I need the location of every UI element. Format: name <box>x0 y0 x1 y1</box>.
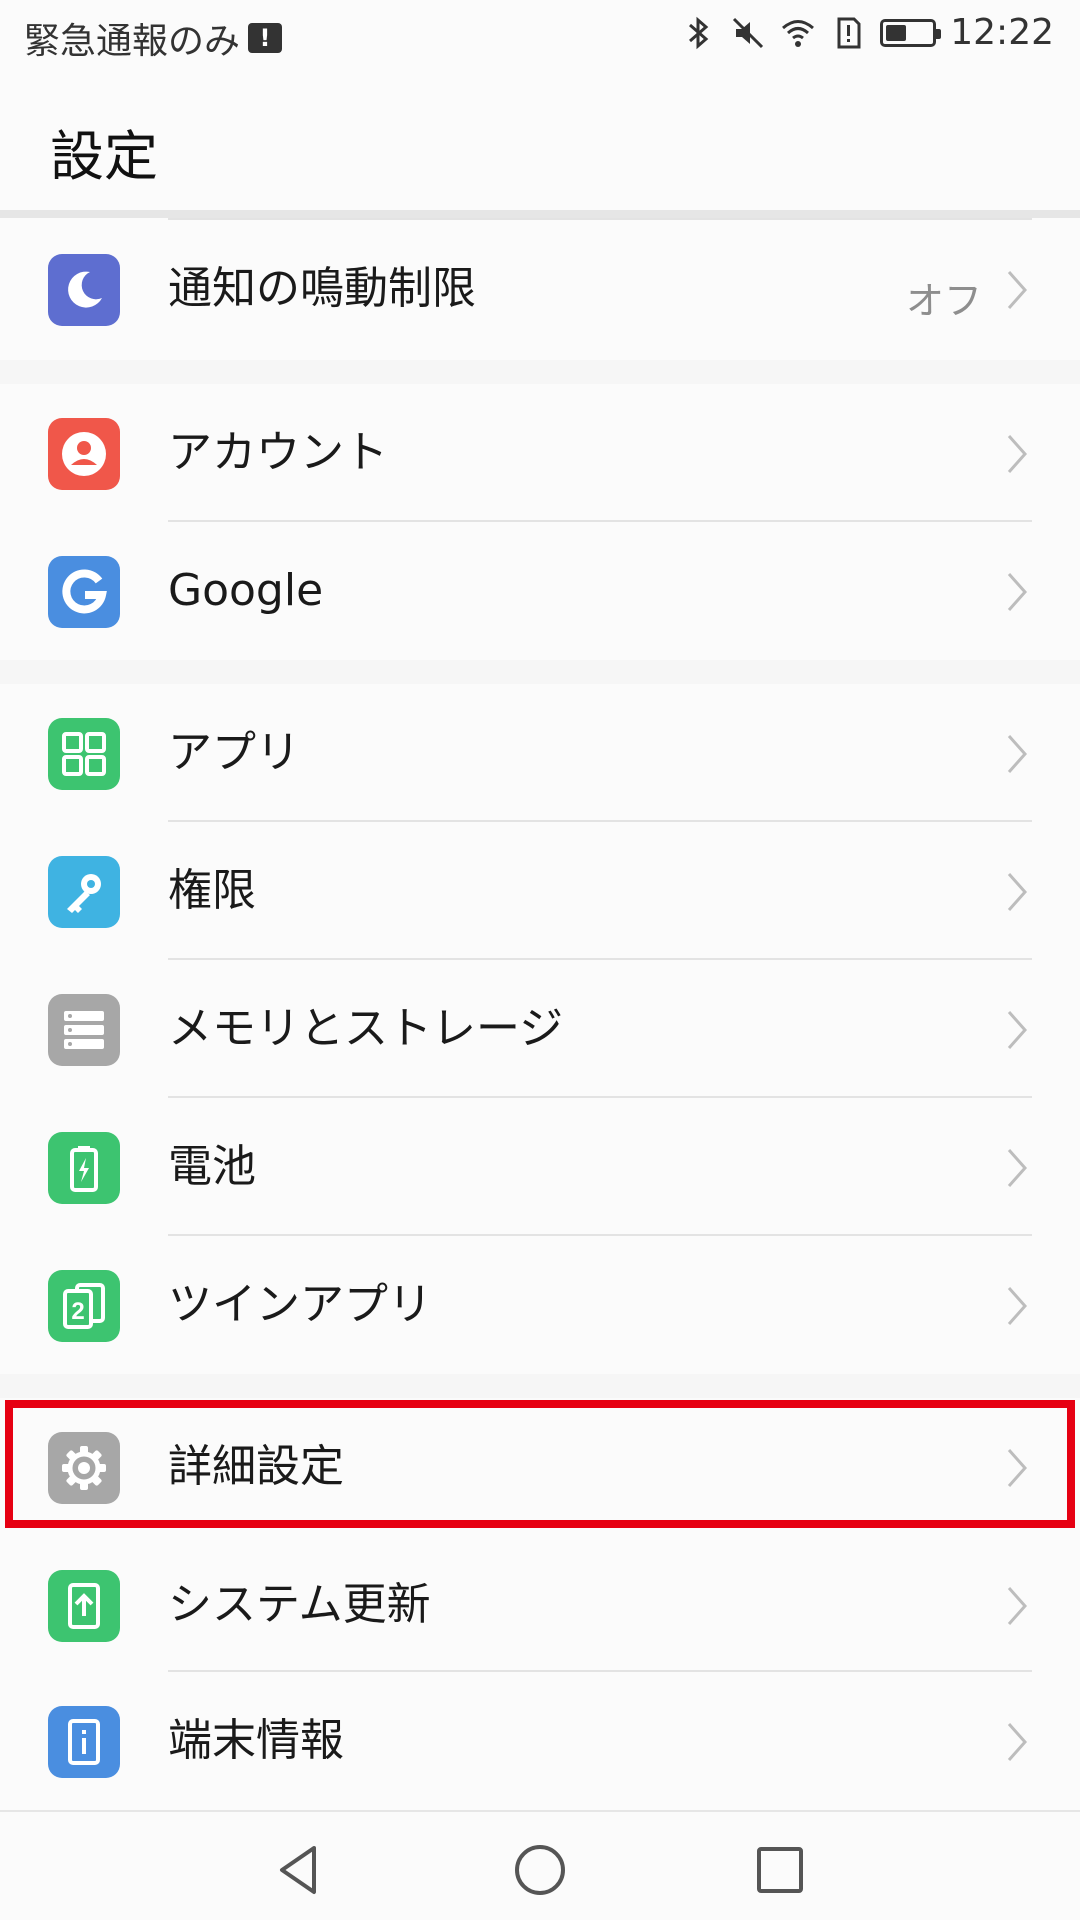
muted-speaker-icon <box>733 17 764 48</box>
settings-group-notifications: 通知の鳴動制限 オフ <box>0 218 1080 360</box>
settings-item-permissions[interactable]: 権限 <box>0 822 1080 960</box>
chevron-right-icon <box>1007 1723 1028 1761</box>
chevron-right-icon <box>1007 873 1028 911</box>
battery-fill <box>886 24 907 41</box>
settings-group-accounts: アカウント Google <box>0 384 1080 660</box>
settings-item-label: システム更新 <box>168 1579 431 1630</box>
settings-item-label: 電池 <box>168 1141 256 1192</box>
google-icon <box>48 556 120 628</box>
moon-icon <box>48 254 120 326</box>
navigation-bar <box>0 1812 1080 1920</box>
carrier-text: 緊急通報のみ <box>24 21 241 62</box>
account-icon <box>48 418 120 490</box>
key-icon <box>48 856 120 928</box>
settings-item-label: ツインアプリ <box>168 1279 432 1330</box>
settings-item-do-not-disturb[interactable]: 通知の鳴動制限 オフ <box>0 218 1080 360</box>
chevron-right-icon <box>1007 271 1028 309</box>
settings-item-storage[interactable]: メモリとストレージ <box>0 960 1080 1098</box>
system-update-icon <box>48 1570 120 1642</box>
status-bar: 緊急通報のみ ! 12:22 <box>0 0 1080 76</box>
chevron-right-icon <box>1007 735 1028 773</box>
status-time: 12:22 <box>950 12 1054 53</box>
wifi-icon <box>782 19 815 47</box>
chevron-right-icon <box>1007 1149 1028 1187</box>
settings-item-label: アプリ <box>168 727 300 778</box>
settings-item-value: オフ <box>905 279 982 323</box>
row-divider <box>168 218 1032 220</box>
battery-icon <box>48 1132 120 1204</box>
page-title: 設定 <box>50 125 158 188</box>
highlight-box <box>5 1400 1075 1528</box>
settings-item-battery[interactable]: 電池 <box>0 1098 1080 1236</box>
chevron-right-icon <box>1007 1011 1028 1049</box>
twin-app-icon: 2 <box>48 1270 120 1342</box>
back-icon[interactable] <box>270 1840 330 1900</box>
recent-apps-icon[interactable] <box>750 1840 810 1900</box>
settings-group-apps: アプリ 権限 メモリとストレージ 電池 2 ツインアプリ <box>0 684 1080 1374</box>
chevron-right-icon <box>1007 573 1028 611</box>
settings-item-google[interactable]: Google <box>0 522 1080 660</box>
chevron-right-icon <box>1007 1287 1028 1325</box>
sim-alert-icon: ! <box>248 23 283 53</box>
device-info-icon <box>48 1706 120 1778</box>
settings-item-label: 通知の鳴動制限 <box>168 263 476 314</box>
chevron-right-icon <box>1007 1587 1028 1625</box>
bluetooth-icon <box>689 16 709 49</box>
settings-item-twin-app[interactable]: 2 ツインアプリ <box>0 1236 1080 1374</box>
home-icon[interactable] <box>510 1840 570 1900</box>
app-header: 設定 <box>0 76 1080 210</box>
status-right: 12:22 <box>680 12 1054 53</box>
settings-item-label: Google <box>168 565 324 616</box>
settings-item-apps[interactable]: アプリ <box>0 684 1080 822</box>
settings-item-label: 権限 <box>168 865 256 916</box>
apps-grid-icon <box>48 718 120 790</box>
header-divider <box>0 210 1080 218</box>
svg-text:2: 2 <box>71 1298 84 1325</box>
settings-item-label: メモリとストレージ <box>168 1003 564 1054</box>
settings-item-device-info[interactable]: 端末情報 <box>0 1672 1080 1810</box>
storage-icon <box>48 994 120 1066</box>
settings-item-label: アカウント <box>168 427 388 478</box>
settings-item-label: 端末情報 <box>168 1715 344 1766</box>
settings-item-system-update[interactable]: システム更新 <box>0 1536 1080 1672</box>
status-left: 緊急通報のみ ! <box>24 12 283 64</box>
settings-item-account[interactable]: アカウント <box>0 384 1080 522</box>
chevron-right-icon <box>1007 435 1028 473</box>
battery-icon <box>880 18 942 47</box>
sim-error-icon <box>837 17 861 48</box>
